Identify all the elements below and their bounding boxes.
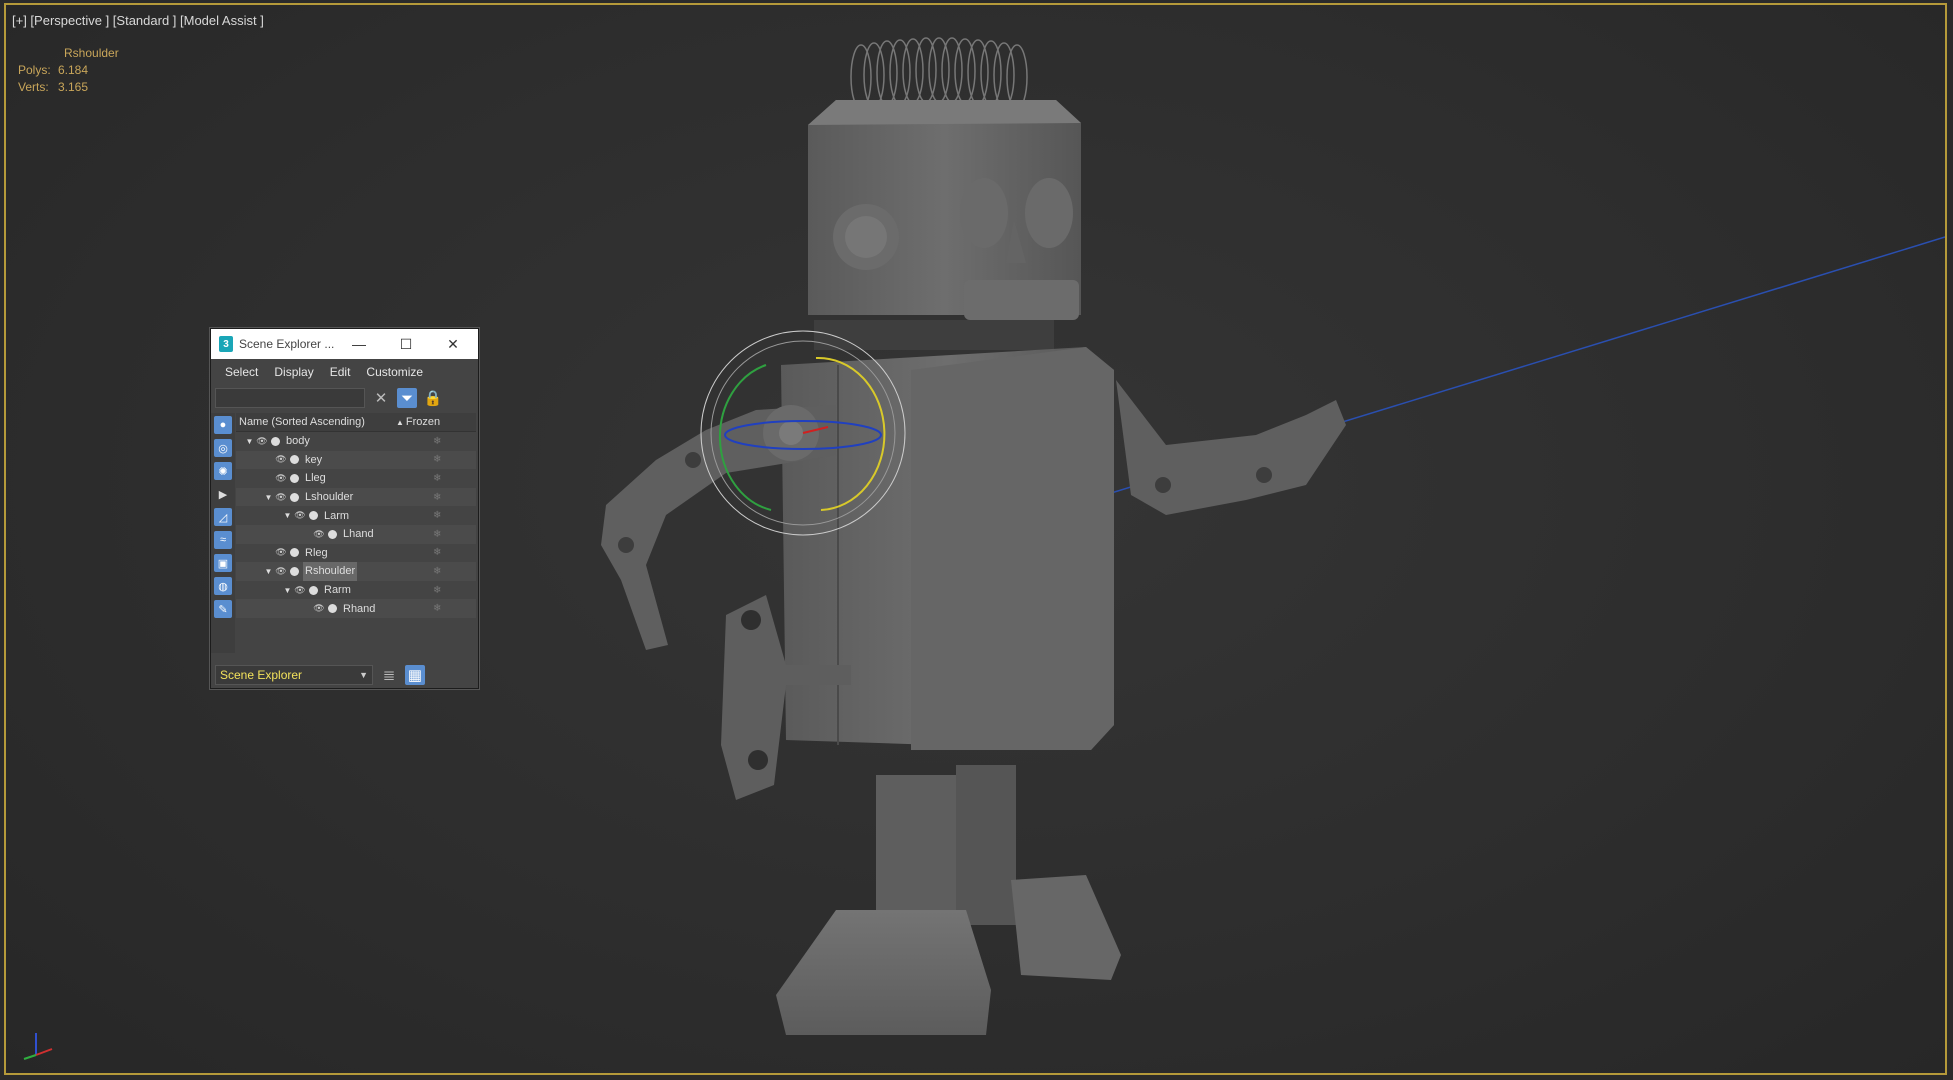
object-type-icon (271, 436, 280, 446)
expand-toggle-icon[interactable]: ▼ (282, 511, 293, 520)
tree-row[interactable]: 👁 Rhand ❄ (236, 599, 476, 618)
menu-edit[interactable]: Edit (330, 365, 351, 379)
object-type-icon (290, 473, 299, 483)
object-type-icon (290, 566, 299, 576)
visibility-eye-icon[interactable]: 👁 (255, 436, 269, 447)
object-name[interactable]: Lhand (341, 528, 376, 540)
scene-explorer-menubar: Select Display Edit Customize (211, 359, 478, 385)
frozen-snowflake-icon[interactable]: ❄ (433, 510, 441, 521)
object-type-icon (290, 492, 299, 502)
axis-tripod-icon (23, 1033, 53, 1060)
tree-row[interactable]: ▼ 👁 Rarm ❄ (236, 581, 476, 600)
helpers-filter-icon[interactable]: ◿ (214, 508, 232, 526)
tree-row[interactable]: 👁 Lhand ❄ (236, 524, 476, 544)
search-input[interactable] (215, 388, 365, 408)
object-type-icon (309, 585, 318, 595)
layers-icon[interactable]: ≣ (379, 665, 399, 685)
bones-filter-icon[interactable]: ✎ (214, 600, 232, 618)
cameras-filter-icon[interactable]: ▶ (214, 485, 232, 503)
scene-explorer-toolbar: ✕ ⏷ 🔒 (211, 385, 478, 411)
visibility-eye-icon[interactable]: 👁 (274, 473, 288, 484)
sort-indicator: ▲ (396, 417, 404, 427)
visibility-eye-icon[interactable]: 👁 (293, 510, 307, 521)
visibility-eye-icon[interactable]: 👁 (312, 529, 326, 540)
object-name[interactable]: key (303, 454, 324, 466)
scene-tree: Name (Sorted Ascending) ▲ Frozen ▼ 👁 body ❄… (236, 413, 476, 618)
column-frozen[interactable]: Frozen (404, 416, 440, 428)
xrefs-filter-icon[interactable]: ◍ (214, 577, 232, 595)
clear-search-icon[interactable]: ✕ (371, 388, 391, 408)
menu-select[interactable]: Select (225, 365, 258, 379)
tree-row[interactable]: 👁 key ❄ (236, 450, 476, 470)
object-name[interactable]: Lleg (303, 472, 328, 484)
object-type-icon (328, 604, 337, 614)
column-name[interactable]: Name (Sorted Ascending) (236, 416, 396, 428)
object-name[interactable]: body (284, 435, 312, 447)
filter-icon[interactable]: ⏷ (397, 388, 417, 408)
menu-display[interactable]: Display (274, 365, 313, 379)
tree-row[interactable]: ▼ 👁 Rshoulder ❄ (236, 562, 476, 581)
visibility-eye-icon[interactable]: 👁 (274, 454, 288, 465)
object-name[interactable]: Rhand (341, 603, 377, 615)
frozen-snowflake-icon[interactable]: ❄ (433, 547, 441, 558)
hierarchy-icon[interactable]: ▦ (405, 665, 425, 685)
object-name[interactable]: Rshoulder (303, 565, 357, 577)
object-type-icon (290, 548, 299, 558)
app-3dsmax-icon: 3 (219, 336, 233, 352)
object-name[interactable]: Lshoulder (303, 491, 355, 503)
expand-toggle-icon[interactable]: ▼ (282, 586, 293, 595)
tree-row[interactable]: 👁 Rleg ❄ (236, 544, 476, 563)
frozen-snowflake-icon[interactable]: ❄ (433, 436, 441, 447)
expand-toggle-icon[interactable]: ▼ (244, 437, 255, 446)
visibility-eye-icon[interactable]: 👁 (312, 603, 326, 614)
tree-row[interactable]: ▼ 👁 body ❄ (236, 432, 476, 451)
frozen-snowflake-icon[interactable]: ❄ (433, 603, 441, 614)
object-name[interactable]: Rarm (322, 584, 353, 596)
scene-explorer-title: Scene Explorer ... (239, 337, 335, 351)
filter-sidebar: ● ◎ ✺ ▶ ◿ ≈ ▣ ◍ ✎ (211, 413, 235, 653)
object-type-icon (328, 529, 337, 539)
visibility-eye-icon[interactable]: 👁 (274, 492, 288, 503)
expand-toggle-icon[interactable]: ▼ (263, 493, 274, 502)
scene-explorer-window[interactable]: 3 Scene Explorer ... — ☐ ✕ Select Displa… (210, 328, 479, 689)
object-name[interactable]: Rleg (303, 547, 330, 559)
minimize-button[interactable]: — (336, 329, 382, 359)
visibility-eye-icon[interactable]: 👁 (293, 585, 307, 596)
maximize-button[interactable]: ☐ (383, 329, 429, 359)
tree-row[interactable]: ▼ 👁 Lshoulder ❄ (236, 487, 476, 507)
object-type-icon (309, 511, 318, 521)
geometry-filter-icon[interactable]: ● (214, 416, 232, 434)
scene-explorer-titlebar[interactable]: 3 Scene Explorer ... — ☐ ✕ (211, 329, 478, 359)
lights-filter-icon[interactable]: ✺ (214, 462, 232, 480)
frozen-snowflake-icon[interactable]: ❄ (433, 454, 441, 465)
explorer-dropdown[interactable]: Scene Explorer ▼ (215, 665, 373, 685)
frozen-snowflake-icon[interactable]: ❄ (433, 529, 441, 540)
tree-row[interactable]: ▼ 👁 Larm ❄ (236, 506, 476, 525)
expand-toggle-icon[interactable]: ▼ (263, 567, 274, 576)
frozen-snowflake-icon[interactable]: ❄ (433, 492, 441, 503)
visibility-eye-icon[interactable]: 👁 (274, 547, 288, 558)
scene-explorer-statusbar: Scene Explorer ▼ ≣ ▦ (211, 662, 478, 688)
tree-header: Name (Sorted Ascending) ▲ Frozen (236, 413, 476, 432)
frozen-snowflake-icon[interactable]: ❄ (433, 473, 441, 484)
lock-icon[interactable]: 🔒 (423, 388, 443, 408)
spacewarps-filter-icon[interactable]: ≈ (214, 531, 232, 549)
visibility-eye-icon[interactable]: 👁 (274, 566, 288, 577)
groups-filter-icon[interactable]: ▣ (214, 554, 232, 572)
tree-row[interactable]: 👁 Lleg ❄ (236, 469, 476, 488)
close-button[interactable]: ✕ (430, 329, 476, 359)
menu-customize[interactable]: Customize (366, 365, 423, 379)
shapes-filter-icon[interactable]: ◎ (214, 439, 232, 457)
object-name[interactable]: Larm (322, 510, 351, 522)
chevron-down-icon: ▼ (359, 670, 368, 680)
frozen-snowflake-icon[interactable]: ❄ (433, 566, 441, 577)
frozen-snowflake-icon[interactable]: ❄ (433, 585, 441, 596)
object-type-icon (290, 455, 299, 465)
